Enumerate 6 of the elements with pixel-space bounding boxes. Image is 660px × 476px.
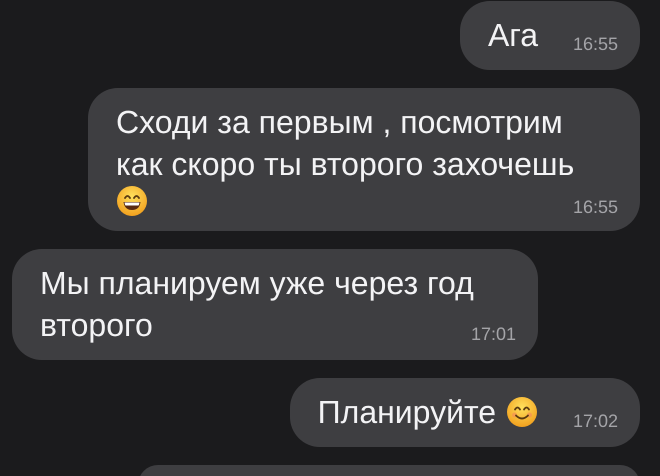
message-time: 16:55 — [572, 34, 618, 54]
message-text: Сходи за первым , посмотрим как скоро ты второго захочешь — [116, 104, 574, 182]
message-time: 17:02 — [572, 411, 618, 431]
message-text: Планируйте — [318, 394, 496, 430]
message-text: Ага — [488, 17, 538, 53]
message-time: 16:55 — [572, 197, 618, 217]
